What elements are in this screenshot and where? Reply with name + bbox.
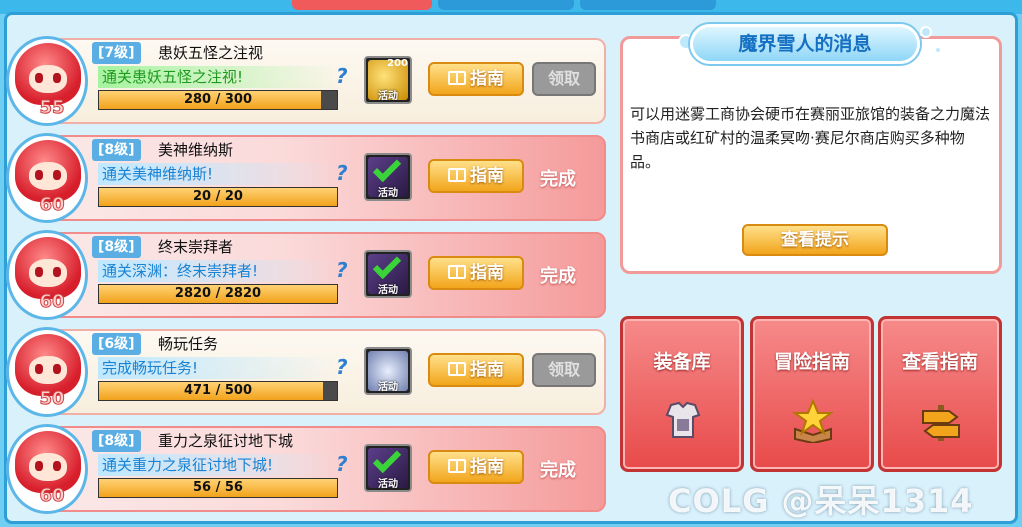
message-title: 魔界雪人的消息 — [690, 24, 920, 64]
progress-text: 471 / 500 — [183, 383, 253, 398]
reward-tag: 活动 — [378, 479, 398, 490]
avatar-level: 60 — [39, 291, 65, 313]
top-tab-active[interactable] — [292, 0, 432, 10]
reward-tag: 活动 — [378, 91, 398, 102]
quest-description: 通关重力之泉征讨地下城! — [98, 454, 338, 476]
guide-label: 指南 — [470, 263, 504, 283]
guide-button[interactable]: 指南 — [428, 159, 524, 193]
avatar: 50 — [6, 327, 88, 417]
quest-progress-bar: 2820 / 2820 — [98, 284, 338, 304]
quest-complete-label: 完成 — [540, 169, 576, 190]
guide-label: 指南 — [470, 69, 504, 89]
bubble-decoration — [920, 26, 932, 38]
quest-description: 通关美神维纳斯! — [98, 163, 338, 185]
progress-text: 20 / 20 — [193, 189, 243, 204]
quest-level-tag: [7级] — [92, 42, 141, 64]
reward-tag: 活动 — [378, 382, 398, 393]
help-icon[interactable]: ? — [336, 161, 348, 185]
quest-description: 完成畅玩任务! — [98, 357, 338, 379]
book-icon — [448, 265, 466, 279]
quest-row: 55 [7级] 患妖五怪之注视 通关患妖五怪之注视! 280 / 300 ? 2… — [6, 36, 606, 126]
book-icon — [448, 168, 466, 182]
equipment-button[interactable]: 装备库 — [620, 316, 744, 472]
progress-text: 56 / 56 — [193, 480, 243, 495]
reward-count: 200 — [387, 58, 408, 69]
completed-check-icon[interactable]: 活动 — [364, 444, 412, 492]
avatar: 60 — [6, 230, 88, 320]
gear-reward-icon[interactable]: 活动 — [364, 347, 412, 395]
quest-level-tag: [8级] — [92, 430, 141, 452]
guide-label: 指南 — [470, 166, 504, 186]
view-guide-button[interactable]: 查看指南 — [878, 316, 1002, 472]
guide-label: 指南 — [470, 360, 504, 380]
adventure-guide-label: 冒险指南 — [773, 351, 850, 373]
book-icon — [448, 459, 466, 473]
guide-button[interactable]: 指南 — [428, 450, 524, 484]
adventure-guide-button[interactable]: 冒险指南 — [750, 316, 874, 472]
bubble-decoration — [934, 46, 942, 54]
book-icon — [448, 362, 466, 376]
claim-button[interactable]: 领取 — [532, 62, 596, 96]
help-icon[interactable]: ? — [336, 452, 348, 476]
quest-description: 通关深渊：终末崇拜者! — [98, 260, 338, 282]
book-icon — [448, 71, 466, 85]
quest-row: 50 [6级] 畅玩任务 完成畅玩任务! 471 / 500 ? 活动 指南 领… — [6, 327, 606, 417]
avatar-level: 50 — [39, 388, 65, 410]
view-guide-label: 查看指南 — [901, 351, 978, 373]
completed-check-icon[interactable]: 活动 — [364, 250, 412, 298]
quest-title: 美神维纳斯 — [158, 141, 234, 159]
help-icon[interactable]: ? — [336, 258, 348, 282]
quest-title: 重力之泉征讨地下城 — [158, 432, 294, 450]
avatar-level: 55 — [39, 97, 65, 119]
claim-button[interactable]: 领取 — [532, 353, 596, 387]
help-icon[interactable]: ? — [336, 355, 348, 379]
top-tab-2[interactable] — [438, 0, 574, 10]
progress-text: 280 / 300 — [183, 92, 253, 107]
avatar-level: 60 — [39, 194, 65, 216]
quest-title: 终末崇拜者 — [158, 238, 234, 256]
reward-tag: 活动 — [378, 285, 398, 296]
message-body: 可以用迷雾工商协会硬币在赛丽亚旅馆的装备之力魔法书商店或红矿村的温柔冥吻·赛尼尔… — [630, 105, 991, 171]
guide-button[interactable]: 指南 — [428, 62, 524, 96]
quest-progress-bar: 20 / 20 — [98, 187, 338, 207]
quest-title: 畅玩任务 — [158, 335, 219, 353]
top-tab-3[interactable] — [580, 0, 716, 10]
quest-complete-label: 完成 — [540, 266, 576, 287]
view-hint-button[interactable]: 查看提示 — [742, 224, 888, 256]
reward-tag: 活动 — [378, 188, 398, 199]
completed-check-icon[interactable]: 活动 — [364, 153, 412, 201]
avatar: 55 — [6, 36, 88, 126]
gold-reward-icon[interactable]: 200 活动 — [364, 56, 412, 104]
guide-label: 指南 — [470, 457, 504, 477]
watermark: COLG @呆呆1314 — [668, 482, 974, 520]
signpost-icon — [919, 399, 963, 443]
quest-progress-bar: 56 / 56 — [98, 478, 338, 498]
quest-complete-label: 完成 — [540, 460, 576, 481]
quest-level-tag: [8级] — [92, 236, 141, 258]
star-book-icon — [791, 398, 835, 445]
quest-row: 60 [8级] 重力之泉征讨地下城 通关重力之泉征讨地下城! 56 / 56 ?… — [6, 424, 606, 514]
quest-description: 通关患妖五怪之注视! — [98, 66, 338, 88]
quest-progress-bar: 471 / 500 — [98, 381, 338, 401]
equipment-label: 装备库 — [653, 351, 711, 373]
quest-row: 60 [8级] 终末崇拜者 通关深渊：终末崇拜者! 2820 / 2820 ? … — [6, 230, 606, 320]
avatar-level: 60 — [39, 485, 65, 507]
quest-row: 60 [8级] 美神维纳斯 通关美神维纳斯! 20 / 20 ? 活动 指南 完… — [6, 133, 606, 223]
avatar: 60 — [6, 133, 88, 223]
avatar: 60 — [6, 424, 88, 514]
armor-icon — [661, 399, 705, 443]
guide-button[interactable]: 指南 — [428, 353, 524, 387]
quest-title: 患妖五怪之注视 — [158, 44, 264, 62]
quest-level-tag: [8级] — [92, 139, 141, 161]
quest-level-tag: [6级] — [92, 333, 141, 355]
help-icon[interactable]: ? — [336, 64, 348, 88]
progress-text: 2820 / 2820 — [174, 286, 262, 301]
guide-button[interactable]: 指南 — [428, 256, 524, 290]
quest-progress-bar: 280 / 300 — [98, 90, 338, 110]
